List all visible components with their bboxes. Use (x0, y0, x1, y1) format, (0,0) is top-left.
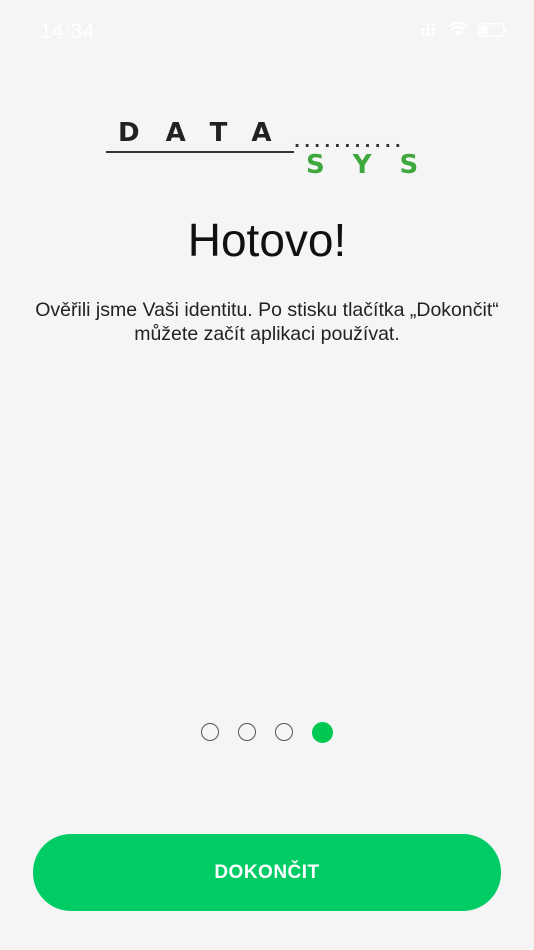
page-dot-4-active (312, 721, 333, 743)
page-title: Hotovo! (187, 214, 347, 266)
page-dot-1 (201, 723, 219, 741)
datasys-logo: DATA ........... SYS (106, 118, 430, 180)
confirmation-message: Ověřili jsme Vaši identitu. Po stisku tl… (35, 299, 499, 345)
logo-underline (106, 151, 294, 153)
status-icons (420, 22, 508, 37)
page-dot-3 (275, 723, 293, 741)
finish-button[interactable]: DOKONČIT (33, 834, 501, 911)
wifi-icon (448, 22, 468, 37)
logo-sys-text: SYS (306, 150, 447, 180)
status-time: 14:34 (40, 20, 96, 43)
battery-icon (478, 22, 508, 37)
status-bar: 14:34 (0, 0, 534, 64)
onboarding-screen: 14:34 DATA ........... SYS Hotovo! Ověři… (0, 0, 534, 950)
cellular-signal-icon (420, 22, 438, 37)
logo-dots: ........... (294, 132, 405, 151)
page-indicator (0, 721, 534, 743)
page-dot-2 (238, 723, 256, 741)
logo-data-text: DATA (118, 118, 298, 148)
